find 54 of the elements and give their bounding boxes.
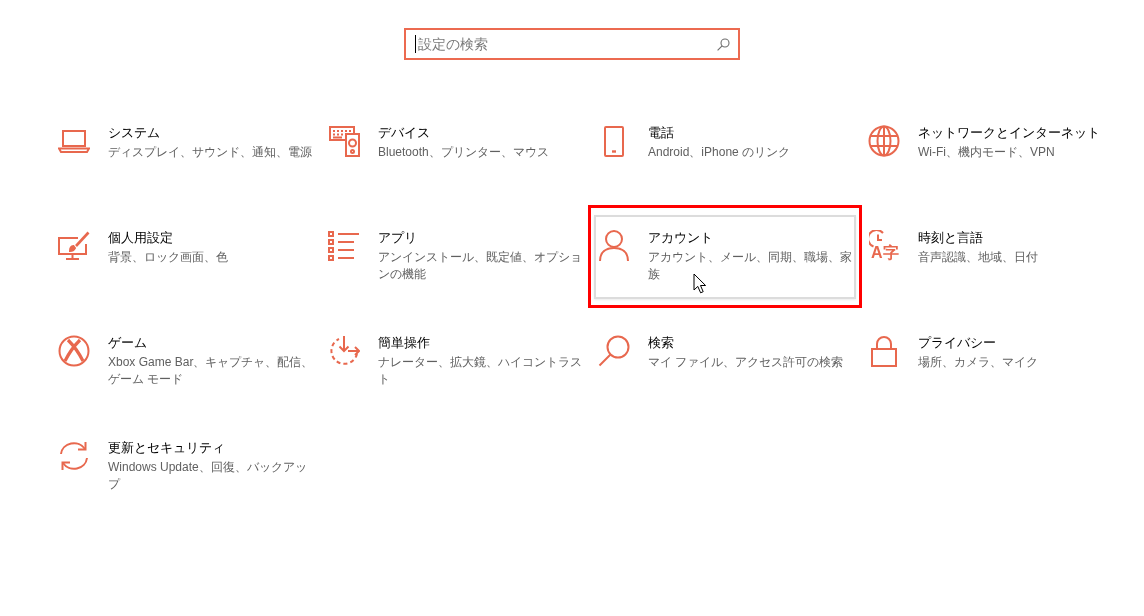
tile-description: ナレーター、拡大鏡、ハイコントラスト	[378, 354, 583, 388]
circular-arrows-icon	[58, 441, 90, 471]
tile-description: アカウント、メール、同期、職場、家族	[648, 249, 853, 283]
settings-tile[interactable]: プライバシー 場所、カメラ、マイク	[864, 320, 1126, 404]
laptop-icon	[58, 129, 90, 153]
text-cursor-icon	[415, 35, 416, 53]
tile-title: 更新とセキュリティ	[108, 439, 225, 457]
settings-tile[interactable]: デバイス Bluetooth、プリンター、マウス	[324, 110, 586, 194]
tile-title: 検索	[648, 334, 674, 352]
tile-title: 簡単操作	[378, 334, 430, 352]
settings-tile[interactable]: 検索 マイ ファイル、アクセス許可の検索	[594, 320, 856, 404]
tile-description: Windows Update、回復、バックアップ	[108, 459, 308, 493]
tile-description: Xbox Game Bar、キャプチャ、配信、ゲーム モード	[108, 354, 314, 388]
tile-title: システム	[108, 124, 160, 142]
monitor-brush-icon	[58, 231, 90, 261]
globe-icon	[868, 125, 900, 157]
tile-description: マイ ファイル、アクセス許可の検索	[648, 354, 844, 371]
magnifier-icon	[598, 335, 630, 367]
tile-title: プライバシー	[918, 334, 996, 352]
tile-title: アプリ	[378, 229, 417, 247]
search-field[interactable]: 設定の検索	[404, 28, 740, 60]
keyboard-speaker-icon	[328, 125, 360, 157]
settings-tile[interactable]: 電話 Android、iPhone のリンク	[594, 110, 856, 194]
tile-title: ゲーム	[108, 334, 147, 352]
tile-title: 電話	[648, 124, 674, 142]
tile-title: 個人用設定	[108, 229, 173, 247]
lock-icon	[871, 335, 897, 367]
tile-description: アンインストール、既定値、オプションの機能	[378, 249, 583, 283]
tile-title: アカウント	[648, 229, 713, 247]
settings-tile[interactable]: 更新とセキュリティ Windows Update、回復、バックアップ	[54, 425, 316, 509]
mouse-pointer-icon	[693, 273, 707, 294]
circle-x-icon	[58, 335, 90, 367]
tile-description: Bluetooth、プリンター、マウス	[378, 144, 549, 161]
phone-icon	[604, 125, 624, 157]
tile-description: 音声認識、地域、日付	[918, 249, 1038, 266]
tile-title: 時刻と言語	[918, 229, 983, 247]
settings-tile[interactable]: 個人用設定 背景、ロック画面、色	[54, 215, 316, 299]
tile-description: ディスプレイ、サウンド、通知、電源	[108, 144, 312, 161]
settings-tile[interactable]: システム ディスプレイ、サウンド、通知、電源	[54, 110, 316, 194]
tile-description: 背景、ロック画面、色	[108, 249, 228, 266]
settings-tile[interactable]: 簡単操作 ナレーター、拡大鏡、ハイコントラスト	[324, 320, 586, 404]
settings-tile[interactable]: ネットワークとインターネット Wi-Fi、機内モード、VPN	[864, 110, 1126, 194]
list-icon	[328, 231, 360, 261]
tile-description: 場所、カメラ、マイク	[918, 354, 1038, 371]
tile-title: デバイス	[378, 124, 430, 142]
dashed-circle-arrows-icon	[328, 335, 360, 367]
settings-tile[interactable]: ゲーム Xbox Game Bar、キャプチャ、配信、ゲーム モード	[54, 320, 316, 404]
tile-description: Wi-Fi、機内モード、VPN	[918, 144, 1055, 161]
tile-title: ネットワークとインターネット	[918, 124, 1100, 142]
search-icon[interactable]	[717, 38, 730, 51]
tile-description: Android、iPhone のリンク	[648, 144, 791, 161]
settings-tile[interactable]: A字 時刻と言語 音声認識、地域、日付	[864, 215, 1126, 299]
settings-tile[interactable]: アプリ アンインストール、既定値、オプションの機能	[324, 215, 586, 299]
person-icon	[599, 230, 629, 262]
